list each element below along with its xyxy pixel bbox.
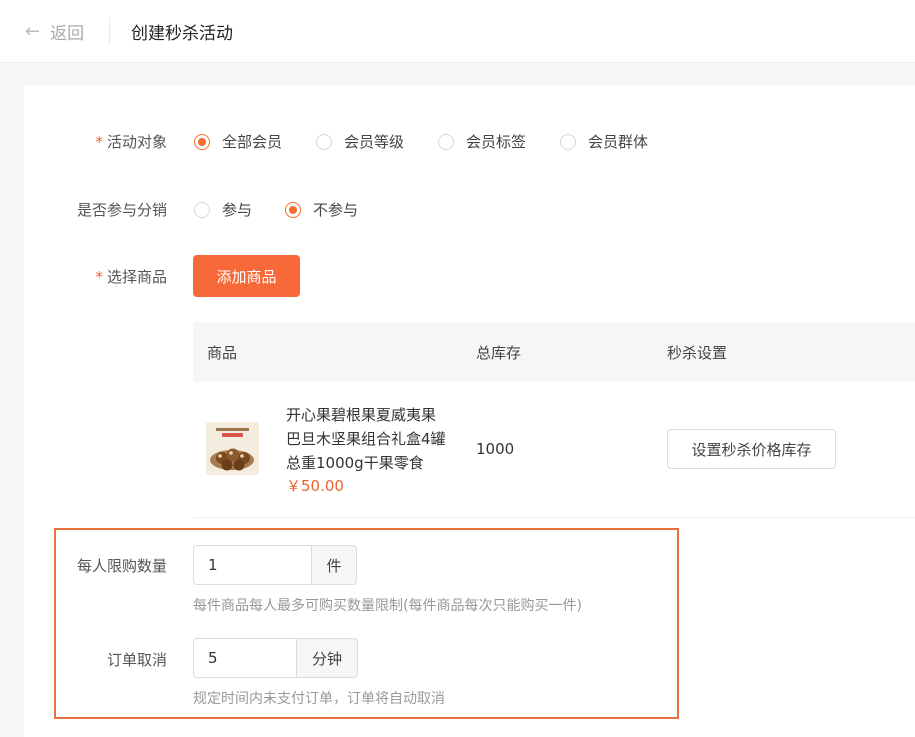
limit-unit: 件 xyxy=(311,545,357,585)
cancel-hint: 规定时间内未支付订单，订单将自动取消 xyxy=(193,691,445,707)
limit-quantity-input[interactable] xyxy=(193,545,311,585)
set-seckill-price-button[interactable]: 设置秒杀价格库存 xyxy=(667,429,836,469)
radio-unchecked-icon[interactable] xyxy=(194,201,210,218)
arrow-left-icon: ← xyxy=(25,21,41,42)
cancel-label: 订单取消 xyxy=(106,651,167,669)
cancel-minutes-input[interactable] xyxy=(193,638,296,678)
radio-label: 参与 xyxy=(222,201,253,219)
product-stock: 1000 xyxy=(476,440,515,458)
radio-member-group[interactable]: 会员群体 xyxy=(560,131,648,152)
page-title: 创建秒杀活动 xyxy=(131,24,233,44)
radio-member-tag[interactable]: 会员标签 xyxy=(438,131,526,152)
required-mark: * xyxy=(95,133,103,151)
radio-checked-icon[interactable] xyxy=(194,133,210,150)
radio-label: 不参与 xyxy=(313,201,359,219)
radio-participate[interactable]: 参与 xyxy=(194,199,252,220)
radio-all-members[interactable]: 全部会员 xyxy=(194,131,282,152)
radio-label: 会员等级 xyxy=(344,133,405,151)
column-header-seckill: 秒杀设置 xyxy=(667,344,728,362)
back-label: 返回 xyxy=(50,24,85,44)
radio-label: 全部会员 xyxy=(222,133,283,151)
header-divider xyxy=(109,17,110,45)
target-label: * 活动对象 xyxy=(95,133,167,151)
product-thumbnail xyxy=(206,422,259,475)
limit-hint: 每件商品每人最多可购买数量限制(每件商品每次只能购买一件) xyxy=(193,598,582,614)
cancel-input-group: 分钟 xyxy=(193,638,358,678)
back-button[interactable]: ← 返回 xyxy=(25,19,84,44)
radio-checked-icon[interactable] xyxy=(285,201,301,218)
radio-unchecked-icon[interactable] xyxy=(438,133,454,150)
goods-label: * 选择商品 xyxy=(95,268,167,286)
radio-not-participate[interactable]: 不参与 xyxy=(285,199,358,220)
radio-member-level[interactable]: 会员等级 xyxy=(316,131,404,152)
column-header-stock: 总库存 xyxy=(476,344,522,362)
radio-unchecked-icon[interactable] xyxy=(560,133,576,150)
product-price: ￥50.00 xyxy=(286,477,344,495)
column-header-goods: 商品 xyxy=(207,344,238,362)
add-goods-button[interactable]: 添加商品 xyxy=(193,255,300,297)
page-header: ← 返回 创建秒杀活动 xyxy=(0,0,915,63)
goods-table-header: 商品 总库存 秒杀设置 xyxy=(193,322,915,382)
radio-label: 会员群体 xyxy=(588,133,649,151)
table-row: 开心果碧根果夏威夷果巴旦木坚果组合礼盒4罐总重1000g干果零食 ￥50.00 … xyxy=(193,382,915,518)
radio-unchecked-icon[interactable] xyxy=(316,133,332,150)
radio-label: 会员标签 xyxy=(466,133,527,151)
limit-input-group: 件 xyxy=(193,545,357,585)
required-mark: * xyxy=(95,268,103,286)
distribution-label: 是否参与分销 xyxy=(76,201,167,219)
cancel-unit: 分钟 xyxy=(296,638,358,678)
limit-label: 每人限购数量 xyxy=(76,557,167,575)
product-name: 开心果碧根果夏威夷果巴旦木坚果组合礼盒4罐总重1000g干果零食 xyxy=(286,406,446,472)
